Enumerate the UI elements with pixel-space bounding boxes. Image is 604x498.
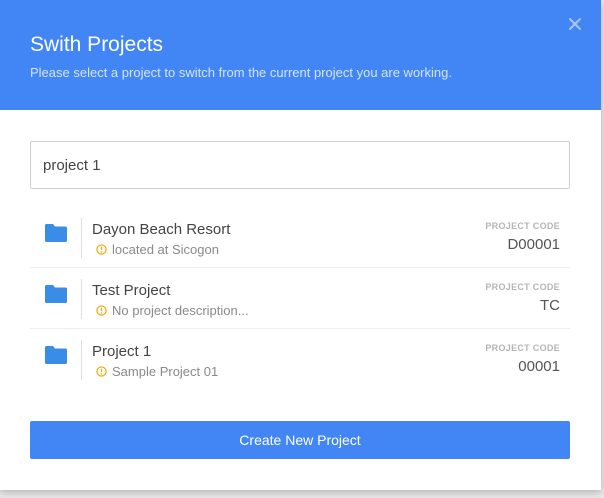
project-description: located at Sicogon: [96, 242, 219, 257]
project-code-label: PROJECT CODE: [485, 282, 560, 292]
project-description: No project description...: [96, 303, 249, 318]
folder-icon: [45, 224, 67, 242]
item-divider: [81, 279, 82, 319]
modal-title: Swith Projects: [30, 33, 164, 56]
project-item-dayon-beach-resort[interactable]: Dayon Beach Resort located at Sicogon PR…: [30, 207, 570, 268]
close-button[interactable]: [566, 15, 584, 33]
info-icon: [96, 244, 107, 255]
search-input[interactable]: [30, 141, 570, 189]
project-item-project-1[interactable]: Project 1 Sample Project 01 PROJECT CODE…: [30, 329, 570, 390]
item-divider: [81, 340, 82, 380]
project-name: Project 1: [92, 343, 152, 360]
project-code-value: TC: [540, 297, 560, 314]
project-code-label: PROJECT CODE: [485, 343, 560, 353]
project-description-text: No project description...: [112, 303, 249, 318]
project-description-text: Sample Project 01: [112, 364, 219, 379]
project-name: Dayon Beach Resort: [92, 221, 231, 238]
create-new-project-button[interactable]: Create New Project: [30, 421, 570, 459]
switch-projects-modal: Swith Projects Please select a project t…: [0, 0, 601, 490]
modal-header: Swith Projects Please select a project t…: [0, 0, 601, 110]
info-icon: [96, 366, 107, 377]
folder-icon: [45, 285, 67, 303]
project-name: Test Project: [92, 282, 171, 299]
project-description: Sample Project 01: [96, 364, 218, 379]
modal-subtitle: Please select a project to switch from t…: [30, 65, 452, 80]
project-code-label: PROJECT CODE: [485, 221, 560, 231]
project-item-test-project[interactable]: Test Project No project description... P…: [30, 268, 570, 329]
item-divider: [81, 218, 82, 258]
project-list: Dayon Beach Resort located at Sicogon PR…: [30, 207, 570, 390]
project-code-value: 00001: [518, 358, 560, 375]
project-code-value: D00001: [507, 236, 560, 253]
project-description-text: located at Sicogon: [112, 242, 219, 257]
info-icon: [96, 305, 107, 316]
close-icon: [569, 18, 581, 30]
folder-icon: [45, 346, 67, 364]
